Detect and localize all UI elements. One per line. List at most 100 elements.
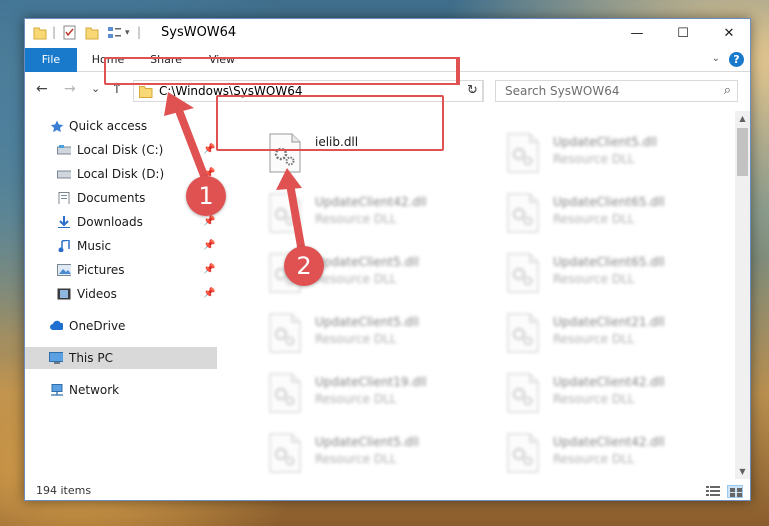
dll-file-icon bbox=[507, 313, 539, 353]
properties-icon[interactable] bbox=[63, 25, 77, 41]
file-item[interactable]: UpdateClient42.dll Resource DLL bbox=[507, 433, 737, 483]
sidebar-item-label: Documents bbox=[77, 191, 146, 205]
maximize-button[interactable]: ☐ bbox=[660, 19, 706, 48]
dll-file-icon bbox=[507, 193, 539, 233]
sidebar-item-label: OneDrive bbox=[69, 319, 126, 333]
file-item[interactable]: UpdateClient5.dll Resource DLL bbox=[507, 133, 737, 183]
videos-icon bbox=[57, 288, 71, 300]
file-name: UpdateClient5.dll bbox=[553, 135, 657, 149]
sidebar-item-label: Network bbox=[69, 383, 120, 397]
file-type: Resource DLL bbox=[315, 452, 397, 466]
file-type: Resource DLL bbox=[553, 212, 635, 226]
music-icon bbox=[58, 240, 70, 252]
pin-icon[interactable]: 📌 bbox=[203, 283, 215, 305]
callout-badge-2: 2 bbox=[284, 246, 324, 286]
file-name: UpdateClient5.dll bbox=[315, 315, 419, 329]
file-name: UpdateClient42.dll bbox=[553, 375, 665, 389]
sidebar-item-label: Quick access bbox=[69, 119, 148, 133]
sidebar-item-local-disk-d[interactable]: Local Disk (D:) 📌 bbox=[25, 163, 217, 185]
sidebar-item-this-pc[interactable]: This PC bbox=[25, 347, 217, 369]
minimize-button[interactable]: — bbox=[614, 19, 660, 48]
drive-icon bbox=[57, 145, 71, 155]
dll-file-icon bbox=[269, 373, 301, 413]
documents-icon bbox=[58, 192, 70, 204]
file-name: UpdateClient19.dll bbox=[315, 375, 427, 389]
pictures-icon bbox=[57, 264, 71, 276]
cloud-icon bbox=[50, 320, 63, 330]
file-type: Resource DLL bbox=[553, 272, 635, 286]
sidebar-item-onedrive[interactable]: OneDrive bbox=[25, 315, 217, 337]
file-item[interactable]: UpdateClient19.dll Resource DLL bbox=[269, 373, 499, 423]
close-button[interactable]: ✕ bbox=[706, 19, 750, 48]
sidebar-item-downloads[interactable]: Downloads 📌 bbox=[25, 211, 217, 233]
file-type: Resource DLL bbox=[315, 332, 397, 346]
sidebar-item-pictures[interactable]: Pictures 📌 bbox=[25, 259, 217, 281]
file-item[interactable]: UpdateClient5.dll Resource DLL bbox=[269, 313, 499, 363]
recent-locations-button[interactable]: ⌄ bbox=[91, 82, 100, 95]
tab-file[interactable]: File bbox=[25, 48, 77, 72]
scroll-up-icon[interactable]: ▲ bbox=[735, 111, 750, 126]
scroll-thumb[interactable] bbox=[737, 128, 748, 176]
search-input[interactable]: Search SysWOW64 ⌕ bbox=[495, 80, 738, 102]
file-item[interactable]: UpdateClient42.dll Resource DLL bbox=[507, 373, 737, 423]
dll-file-icon bbox=[269, 433, 301, 473]
file-name: UpdateClient21.dll bbox=[553, 315, 665, 329]
file-type: Resource DLL bbox=[315, 272, 397, 286]
dll-file-icon bbox=[507, 373, 539, 413]
sidebar-item-label: Music bbox=[77, 239, 112, 253]
file-list: ielib.dll UpdateClient5.dll Resource DLL Up… bbox=[235, 111, 735, 481]
sidebar-item-local-disk-c[interactable]: Local Disk (C:) 📌 bbox=[25, 139, 217, 161]
separator: | bbox=[137, 25, 142, 39]
file-name: UpdateClient5.dll bbox=[315, 435, 419, 449]
item-count: 194 items bbox=[36, 484, 92, 497]
folder-icon bbox=[33, 27, 47, 40]
file-item[interactable]: UpdateClient21.dll Resource DLL bbox=[507, 313, 737, 363]
window-title: SysWOW64 bbox=[161, 25, 237, 40]
file-name: UpdateClient65.dll bbox=[553, 195, 665, 209]
sidebar-item-label: Local Disk (C:) bbox=[77, 143, 164, 157]
star-icon bbox=[50, 120, 64, 132]
forward-button[interactable]: → bbox=[64, 81, 76, 97]
title-bar: | ▾ | SysWOW64 — ☐ ✕ bbox=[25, 19, 750, 48]
quick-access-dropdown-icon[interactable]: ▾ bbox=[125, 28, 130, 44]
refresh-button[interactable]: ↻ bbox=[462, 80, 484, 102]
file-item[interactable]: UpdateClient65.dll Resource DLL bbox=[507, 193, 737, 243]
explorer-window: | ▾ | SysWOW64 — ☐ ✕ File Home Share Vie… bbox=[24, 18, 751, 501]
back-button[interactable]: ← bbox=[36, 81, 48, 97]
vertical-scrollbar[interactable]: ▲ ▼ bbox=[735, 111, 750, 479]
expand-ribbon-icon[interactable]: ⌄ bbox=[712, 53, 720, 64]
sidebar-item-network[interactable]: Network bbox=[25, 379, 217, 401]
folder-icon bbox=[139, 86, 153, 98]
callout-badge-1: 1 bbox=[186, 176, 226, 216]
sidebar-item-label: This PC bbox=[69, 351, 113, 365]
details-view-icon[interactable] bbox=[705, 485, 721, 498]
sidebar-item-quick-access[interactable]: Quick access bbox=[25, 115, 217, 137]
file-item[interactable]: UpdateClient5.dll Resource DLL bbox=[269, 433, 499, 483]
sidebar-item-videos[interactable]: Videos 📌 bbox=[25, 283, 217, 305]
search-placeholder: Search SysWOW64 bbox=[505, 84, 620, 98]
file-name: UpdateClient65.dll bbox=[553, 255, 665, 269]
sidebar-item-label: Downloads bbox=[77, 215, 143, 229]
new-folder-icon[interactable] bbox=[85, 25, 99, 41]
computer-icon bbox=[49, 352, 63, 364]
file-type: Resource DLL bbox=[553, 152, 635, 166]
pin-icon[interactable]: 📌 bbox=[203, 235, 215, 257]
file-name: UpdateClient5.dll bbox=[315, 255, 419, 269]
customize-quick-access-icon[interactable] bbox=[107, 25, 123, 41]
file-item[interactable]: UpdateClient42.dll Resource DLL bbox=[269, 193, 499, 243]
file-type: Resource DLL bbox=[315, 392, 397, 406]
large-icons-view-icon[interactable] bbox=[727, 485, 743, 498]
pin-icon[interactable]: 📌 bbox=[203, 259, 215, 281]
sidebar-item-music[interactable]: Music 📌 bbox=[25, 235, 217, 257]
file-highlight bbox=[216, 95, 444, 151]
file-item[interactable]: UpdateClient65.dll Resource DLL bbox=[507, 253, 737, 303]
help-icon[interactable]: ? bbox=[729, 52, 744, 67]
file-name: UpdateClient42.dll bbox=[315, 195, 427, 209]
pin-icon[interactable]: 📌 bbox=[203, 139, 215, 161]
search-icon[interactable]: ⌕ bbox=[724, 83, 731, 98]
file-type: Resource DLL bbox=[553, 332, 635, 346]
sidebar-item-label: Videos bbox=[77, 287, 117, 301]
dll-file-icon bbox=[507, 253, 539, 293]
scroll-down-icon[interactable]: ▼ bbox=[735, 464, 750, 479]
file-type: Resource DLL bbox=[553, 392, 635, 406]
